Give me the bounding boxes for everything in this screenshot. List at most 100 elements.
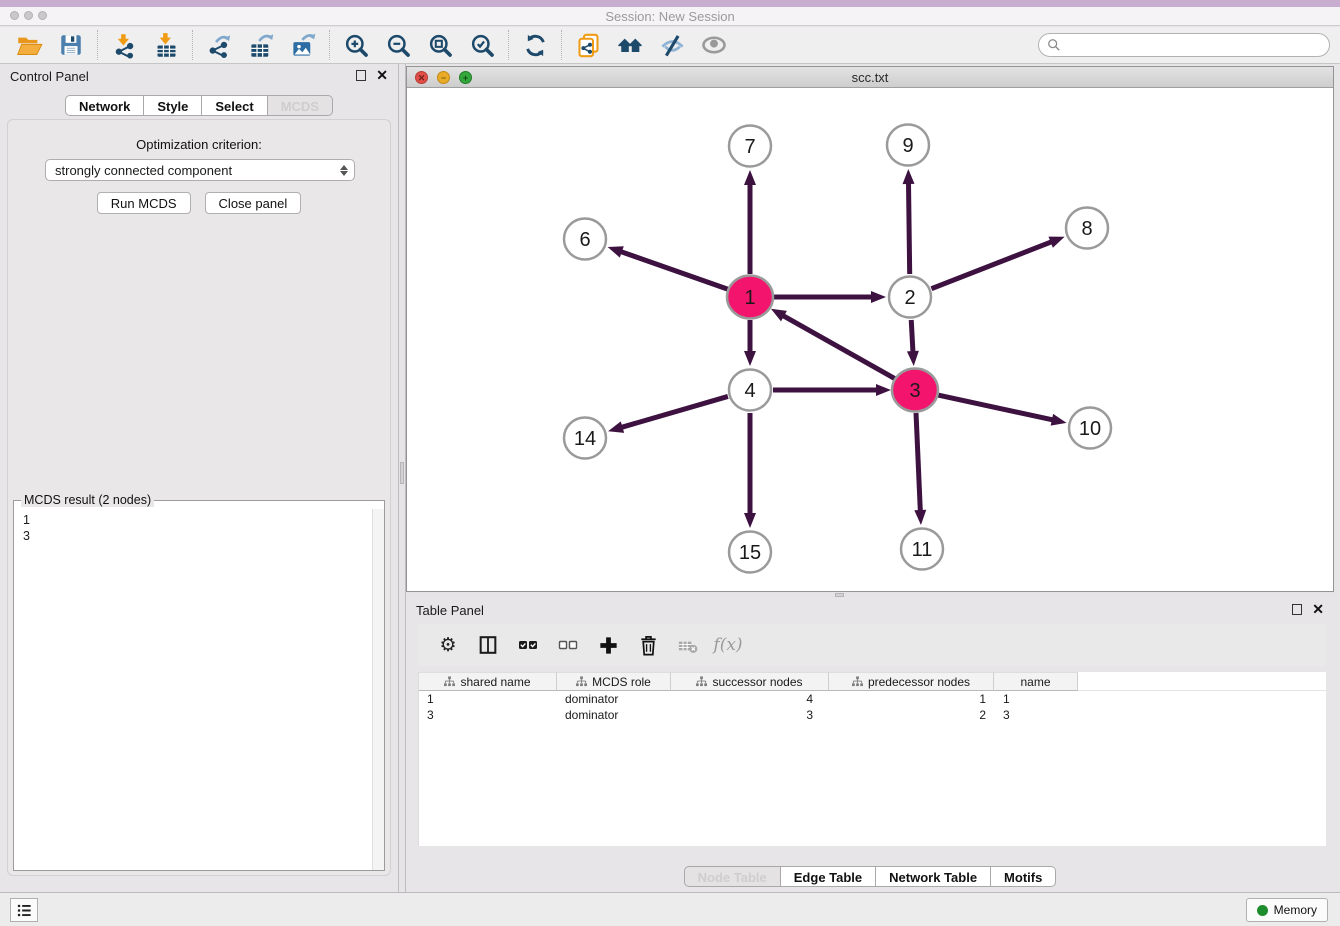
graph-edge-3-11[interactable] xyxy=(916,413,920,513)
table-panel-header: Table Panel ✕ xyxy=(406,598,1334,624)
graph-node-label-4: 4 xyxy=(744,380,755,402)
criterion-value: strongly connected component xyxy=(55,163,232,178)
graph-node-label-7: 7 xyxy=(744,136,755,158)
show-column-icon[interactable] xyxy=(470,629,506,661)
export-table-icon[interactable] xyxy=(240,29,282,61)
run-mcds-button[interactable]: Run MCDS xyxy=(97,192,191,214)
column-header-predecessor-nodes[interactable]: predecessor nodes xyxy=(829,672,994,691)
network-minimize-button[interactable]: − xyxy=(437,71,450,84)
tab-network[interactable]: Network xyxy=(65,95,144,116)
tab-edge-table[interactable]: Edge Table xyxy=(781,866,876,887)
cell-name[interactable]: 1 xyxy=(994,691,1078,707)
table-toolbar: ⚙ f(x) xyxy=(418,624,1326,666)
graph-edge-3-10[interactable] xyxy=(937,395,1054,420)
cell-name[interactable]: 3 xyxy=(994,707,1078,723)
tab-motifs[interactable]: Motifs xyxy=(991,866,1056,887)
save-icon[interactable] xyxy=(50,29,92,61)
deselect-all-columns-icon[interactable] xyxy=(550,629,586,661)
graph-edge-3-1[interactable] xyxy=(781,315,895,379)
select-all-columns-icon[interactable] xyxy=(510,629,546,661)
node-table: shared name MCDS role successor nodes pr… xyxy=(418,672,1326,846)
vertical-splitter[interactable] xyxy=(398,64,406,892)
column-header-mcds-role[interactable]: MCDS role xyxy=(557,672,671,691)
graph-node-label-2: 2 xyxy=(904,287,915,309)
table-row[interactable]: 1 dominator 4 1 1 xyxy=(419,691,1326,707)
table-row[interactable]: 3 dominator 3 2 3 xyxy=(419,707,1326,723)
control-panel-float-icon[interactable] xyxy=(356,70,366,81)
memory-status-icon xyxy=(1257,905,1268,916)
tab-node-table[interactable]: Node Table xyxy=(684,866,781,887)
splitter-grip[interactable] xyxy=(400,462,404,484)
delete-table-icon[interactable] xyxy=(670,629,706,661)
export-image-icon[interactable] xyxy=(282,29,324,61)
search-icon xyxy=(1047,38,1061,52)
network-maximize-button[interactable]: + xyxy=(459,71,472,84)
mcds-result-scrollbar[interactable] xyxy=(372,509,384,870)
task-history-button[interactable] xyxy=(10,898,38,922)
first-neighbors-home-icon[interactable] xyxy=(609,29,651,61)
attribute-tree-icon xyxy=(852,676,863,687)
graph-edge-1-6[interactable] xyxy=(619,251,728,289)
import-network-icon[interactable] xyxy=(103,29,145,61)
tab-style[interactable]: Style xyxy=(144,95,202,116)
memory-button[interactable]: Memory xyxy=(1246,898,1328,922)
table-panel-tabs: Node Table Edge Table Network Table Moti… xyxy=(406,866,1334,887)
clone-network-icon[interactable] xyxy=(567,29,609,61)
network-canvas[interactable]: 7968124314101511 xyxy=(407,88,1333,591)
tab-select[interactable]: Select xyxy=(202,95,267,116)
cell-mcds-role[interactable]: dominator xyxy=(557,691,671,707)
table-panel-close-icon[interactable]: ✕ xyxy=(1312,604,1324,615)
graph-edge-arrowhead xyxy=(744,351,756,366)
zoom-in-icon[interactable] xyxy=(335,29,377,61)
cell-successor-nodes[interactable]: 4 xyxy=(671,691,829,707)
graph-node-label-14: 14 xyxy=(574,428,596,450)
zoom-out-icon[interactable] xyxy=(377,29,419,61)
graph-edge-2-9[interactable] xyxy=(908,181,909,274)
network-close-button[interactable]: ✕ xyxy=(415,71,428,84)
table-panel-float-icon[interactable] xyxy=(1292,604,1302,615)
show-all-eye-icon[interactable] xyxy=(693,29,735,61)
cell-predecessor-nodes[interactable]: 2 xyxy=(829,707,994,723)
tab-mcds[interactable]: MCDS xyxy=(268,95,333,116)
graph-edge-arrowhead xyxy=(608,421,624,433)
export-network-icon[interactable] xyxy=(198,29,240,61)
graph-edge-4-14[interactable] xyxy=(620,396,728,428)
table-settings-gear-icon[interactable]: ⚙ xyxy=(430,629,466,661)
open-file-icon[interactable] xyxy=(8,29,50,61)
criterion-dropdown[interactable]: strongly connected component xyxy=(45,159,355,181)
delete-column-trash-icon[interactable] xyxy=(630,629,666,661)
graph-node-label-9: 9 xyxy=(902,135,913,157)
function-builder-icon[interactable]: f(x) xyxy=(710,629,746,661)
network-window-title: scc.txt xyxy=(407,67,1333,88)
splitter-grip[interactable] xyxy=(835,593,844,597)
zoom-fit-icon[interactable] xyxy=(419,29,461,61)
import-table-icon[interactable] xyxy=(145,29,187,61)
close-panel-button[interactable]: Close panel xyxy=(205,192,302,214)
network-window-titlebar[interactable]: ✕ − + scc.txt xyxy=(407,67,1333,88)
zoom-selected-icon[interactable] xyxy=(461,29,503,61)
column-header-shared-name[interactable]: shared name xyxy=(419,672,557,691)
tab-network-table[interactable]: Network Table xyxy=(876,866,991,887)
graph-edge-arrowhead xyxy=(771,309,787,322)
search-field[interactable] xyxy=(1038,33,1330,57)
graph-edge-2-3[interactable] xyxy=(911,320,913,354)
graph-edge-arrowhead xyxy=(903,169,915,184)
cell-successor-nodes[interactable]: 3 xyxy=(671,707,829,723)
graph-node-label-6: 6 xyxy=(579,229,590,251)
add-column-icon[interactable] xyxy=(590,629,626,661)
column-header-successor-nodes[interactable]: successor nodes xyxy=(671,672,829,691)
dropdown-chevrons-icon xyxy=(340,165,348,176)
hide-selected-eye-icon[interactable] xyxy=(651,29,693,61)
control-panel-close-icon[interactable]: ✕ xyxy=(376,70,388,81)
control-panel-title: Control Panel xyxy=(10,69,89,84)
search-input[interactable] xyxy=(1066,38,1321,53)
refresh-view-icon[interactable] xyxy=(514,29,556,61)
cell-shared-name[interactable]: 3 xyxy=(419,707,557,723)
control-panel-header: Control Panel ✕ xyxy=(0,64,398,90)
column-header-name[interactable]: name xyxy=(994,672,1078,691)
graph-edge-2-8[interactable] xyxy=(931,241,1053,289)
mcds-result-content[interactable]: 1 3 xyxy=(14,509,372,870)
cell-shared-name[interactable]: 1 xyxy=(419,691,557,707)
cell-predecessor-nodes[interactable]: 1 xyxy=(829,691,994,707)
cell-mcds-role[interactable]: dominator xyxy=(557,707,671,723)
